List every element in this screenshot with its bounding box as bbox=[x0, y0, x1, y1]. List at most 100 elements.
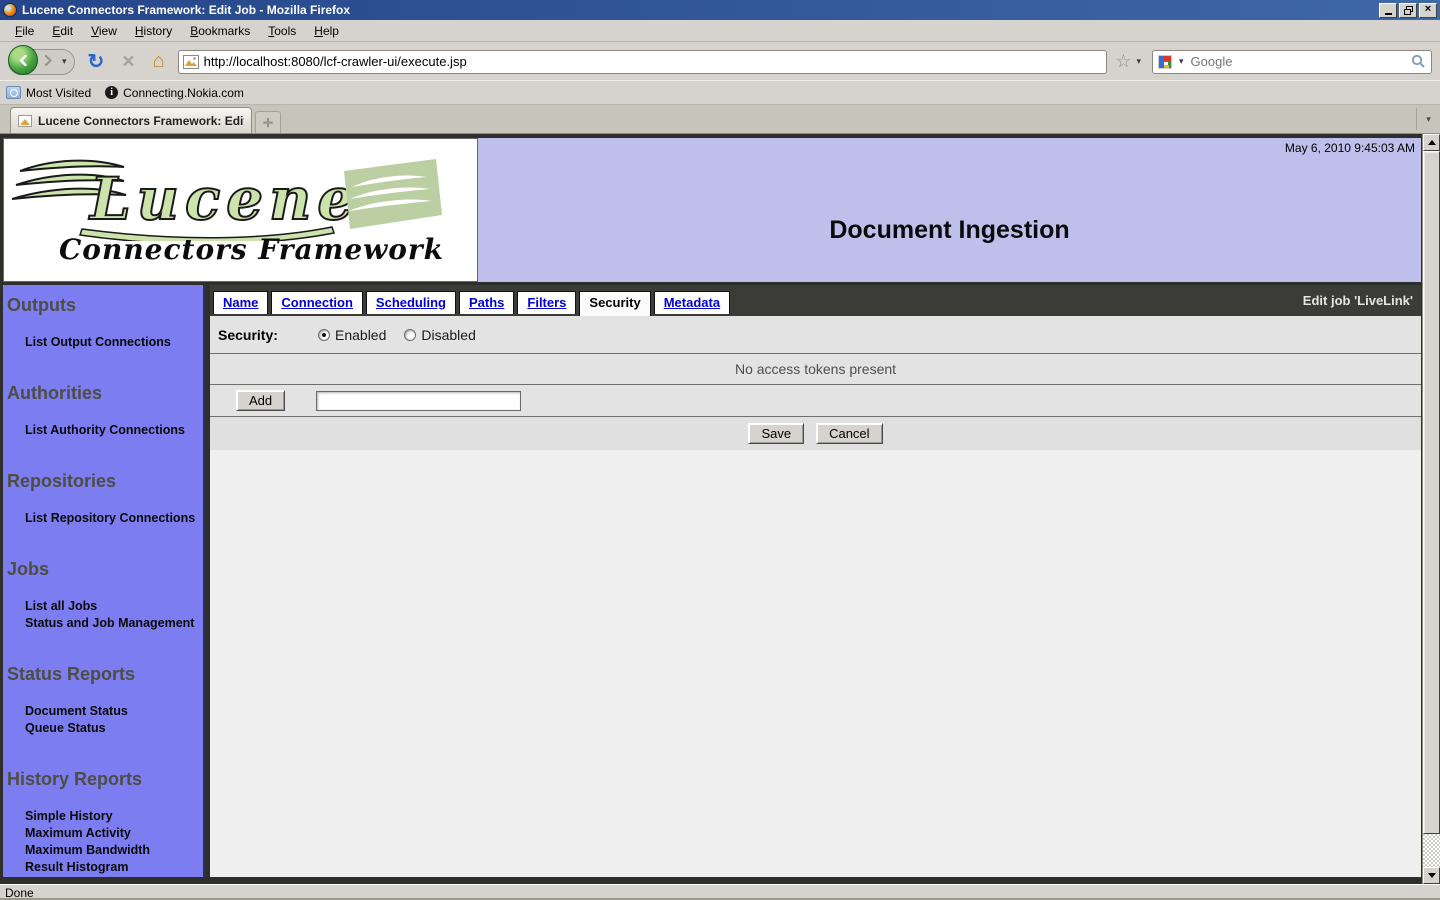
close-button[interactable]: × bbox=[1419, 2, 1437, 18]
google-icon bbox=[1158, 54, 1172, 69]
tab-paths[interactable]: Paths bbox=[458, 291, 515, 314]
token-input[interactable] bbox=[316, 390, 522, 411]
menu-tools[interactable]: Tools bbox=[259, 21, 305, 41]
sidebar-header: Repositories bbox=[7, 471, 117, 491]
sidebar-item-list-repository-connections[interactable]: List Repository Connections bbox=[3, 510, 203, 527]
new-tab-button[interactable]: ✛ bbox=[255, 111, 281, 133]
tab-metadata[interactable]: Metadata bbox=[653, 291, 731, 314]
tab-scheduling[interactable]: Scheduling bbox=[365, 291, 456, 314]
scroll-down-icon bbox=[1427, 873, 1436, 878]
home-button[interactable]: ⌂ bbox=[148, 50, 170, 73]
scroll-up-icon bbox=[1427, 140, 1436, 145]
sidebar-item-maximum-bandwidth[interactable]: Maximum Bandwidth bbox=[3, 842, 203, 859]
security-enabled-option[interactable]: Enabled bbox=[318, 327, 386, 343]
sidebar-section-jobs: Jobs List all Jobs Status and Job Manage… bbox=[3, 539, 203, 632]
search-engine-dropdown[interactable]: ▾ bbox=[1176, 56, 1187, 67]
radio-disabled-label: Disabled bbox=[421, 326, 476, 343]
menu-view[interactable]: View bbox=[82, 21, 126, 41]
sidebar-item-result-histogram[interactable]: Result Histogram bbox=[3, 859, 203, 876]
search-input[interactable] bbox=[1190, 54, 1407, 69]
sidebar-section-outputs: Outputs List Output Connections bbox=[3, 289, 203, 351]
tab-name[interactable]: Name bbox=[213, 291, 269, 314]
forward-arrow-icon bbox=[44, 54, 53, 67]
add-button[interactable]: Add bbox=[236, 390, 286, 411]
browser-tab-active[interactable]: Lucene Connectors Framework: Edit ... bbox=[10, 107, 252, 133]
sidebar-item-list-output-connections[interactable]: List Output Connections bbox=[3, 334, 203, 351]
sidebar-item-queue-status[interactable]: Queue Status bbox=[3, 720, 203, 737]
page-title: Document Ingestion bbox=[829, 216, 1070, 244]
lucene-logo-panel: Lucene Connectors Framework bbox=[3, 138, 478, 282]
sidebar-item-list-all-jobs[interactable]: List all Jobs bbox=[3, 598, 203, 615]
tab-connection[interactable]: Connection bbox=[271, 291, 363, 314]
tab-favicon bbox=[18, 114, 32, 127]
back-arrow-icon bbox=[18, 54, 27, 66]
lucene-logo: Lucene bbox=[12, 159, 442, 241]
search-bar[interactable]: ▾ bbox=[1152, 49, 1432, 74]
scrollbar-thumb[interactable] bbox=[1423, 151, 1440, 834]
job-tab-bar: Name Connection Scheduling Paths Filters… bbox=[210, 285, 1421, 316]
browser-tab-strip: Lucene Connectors Framework: Edit ... ✛ … bbox=[0, 105, 1440, 134]
scrollbar-track[interactable] bbox=[1423, 834, 1440, 867]
sidebar-item-maximum-activity[interactable]: Maximum Activity bbox=[3, 825, 203, 842]
sidebar-header: Outputs bbox=[7, 295, 76, 315]
cancel-button[interactable]: Cancel bbox=[816, 423, 883, 444]
bookmarks-bar: Most Visited i Connecting.Nokia.com bbox=[0, 80, 1440, 105]
forward-button[interactable] bbox=[38, 54, 59, 69]
page-viewport: Lucene Connectors Framework May 6, 2010 … bbox=[0, 134, 1440, 884]
sidebar-header: History Reports bbox=[7, 769, 143, 789]
scroll-down-button[interactable] bbox=[1423, 867, 1440, 884]
menu-file[interactable]: File bbox=[6, 21, 43, 41]
bookmark-dropdown-button[interactable]: ▾ bbox=[1133, 56, 1144, 67]
tab-filters[interactable]: Filters bbox=[517, 291, 577, 314]
menu-history[interactable]: History bbox=[126, 21, 181, 41]
status-bar: Done bbox=[0, 884, 1440, 900]
bookmark-connecting-nokia[interactable]: i Connecting.Nokia.com bbox=[105, 86, 244, 100]
firefox-window: { "window": { "title": "Lucene Connector… bbox=[0, 0, 1440, 900]
stop-button[interactable]: × bbox=[117, 50, 139, 74]
bookmark-label: Connecting.Nokia.com bbox=[123, 85, 244, 100]
history-dropdown-button[interactable]: ▾ bbox=[59, 56, 70, 67]
sidebar-section-repositories: Repositories List Repository Connections bbox=[3, 451, 203, 527]
minimize-icon bbox=[1384, 12, 1392, 15]
security-disabled-option[interactable]: Disabled bbox=[404, 326, 476, 343]
minimize-button[interactable] bbox=[1379, 2, 1397, 18]
bookmark-label: Most Visited bbox=[26, 85, 92, 100]
save-button[interactable]: Save bbox=[748, 423, 805, 444]
radio-enabled-label: Enabled bbox=[335, 326, 387, 343]
menu-help[interactable]: Help bbox=[305, 21, 348, 41]
logo-script-text: Lucene bbox=[88, 165, 360, 233]
banner: May 6, 2010 9:45:03 AM Document Ingestio… bbox=[478, 138, 1421, 282]
sidebar-item-document-status[interactable]: Document Status bbox=[3, 703, 203, 720]
sidebar-section-history-reports: History Reports Simple History Maximum A… bbox=[3, 749, 203, 876]
sidebar-item-list-authority-connections[interactable]: List Authority Connections bbox=[3, 422, 203, 439]
refresh-button[interactable]: ↻ bbox=[83, 49, 110, 74]
radio-enabled[interactable] bbox=[318, 328, 330, 341]
add-token-row: Add bbox=[210, 385, 1421, 417]
back-button[interactable] bbox=[8, 45, 38, 75]
url-input[interactable] bbox=[203, 54, 1103, 69]
radio-disabled[interactable] bbox=[404, 328, 417, 341]
actions-row: Save Cancel bbox=[210, 417, 1421, 450]
firefox-icon bbox=[3, 3, 17, 17]
bookmark-star-icon[interactable]: ☆ bbox=[1115, 51, 1131, 72]
tab-security[interactable]: Security bbox=[579, 291, 651, 316]
logo-subtitle: Connectors Framework bbox=[59, 233, 445, 266]
security-label: Security: bbox=[218, 326, 278, 343]
magnifier-icon[interactable] bbox=[1411, 54, 1426, 69]
bookmark-most-visited[interactable]: Most Visited bbox=[6, 86, 91, 100]
vertical-scrollbar[interactable] bbox=[1422, 134, 1440, 884]
menu-edit[interactable]: Edit bbox=[43, 21, 82, 41]
sidebar-header: Jobs bbox=[7, 559, 50, 579]
sidebar-item-simple-history[interactable]: Simple History bbox=[3, 808, 203, 825]
sidebar-item-status-job-management[interactable]: Status and Job Management bbox=[3, 615, 203, 632]
title-bar[interactable]: Lucene Connectors Framework: Edit Job - … bbox=[0, 0, 1440, 20]
content-empty-area bbox=[210, 450, 1421, 877]
page-favicon bbox=[182, 54, 199, 69]
close-icon: × bbox=[1424, 3, 1432, 15]
menu-bookmarks[interactable]: Bookmarks bbox=[181, 21, 259, 41]
scroll-up-button[interactable] bbox=[1423, 134, 1440, 151]
bookmark-star-cluster: ☆ ▾ bbox=[1115, 51, 1144, 72]
list-all-tabs-button[interactable]: ▾ bbox=[1416, 108, 1440, 130]
url-bar[interactable] bbox=[177, 49, 1108, 74]
restore-button[interactable] bbox=[1399, 2, 1417, 18]
